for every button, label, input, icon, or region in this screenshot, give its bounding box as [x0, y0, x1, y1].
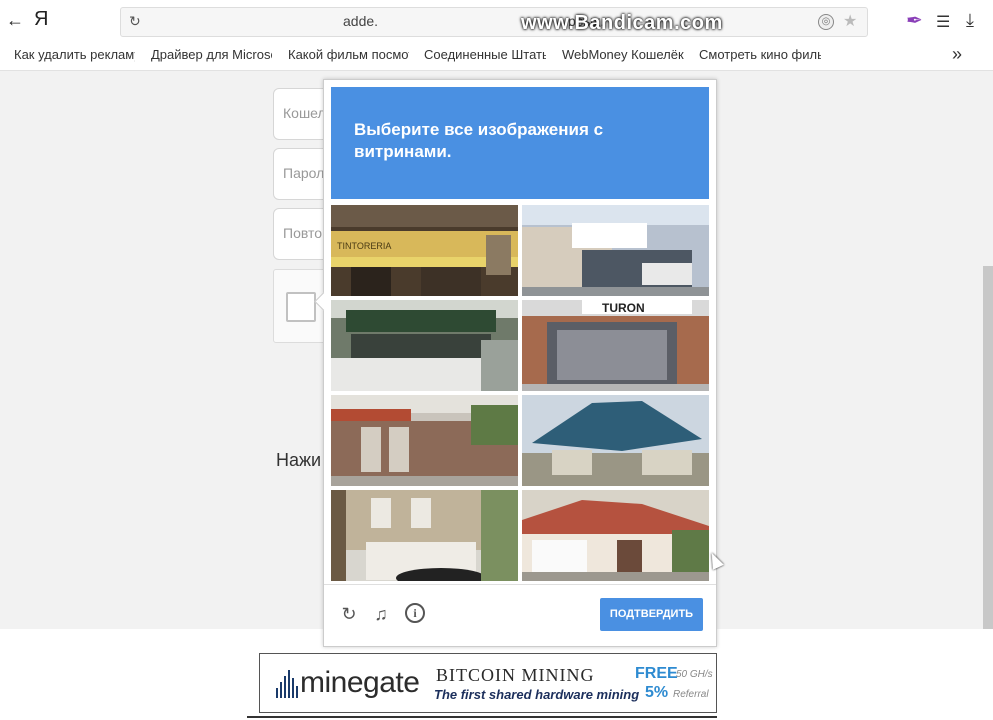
- menu-icon[interactable]: ☰: [936, 12, 950, 32]
- ad-free: FREE: [635, 665, 678, 682]
- ad-subtitle: The first shared hardware mining: [434, 687, 640, 702]
- site-security-icon[interactable]: ◎: [818, 14, 834, 30]
- bookmark-item[interactable]: Какой фильм посмот: [288, 47, 409, 62]
- bookmark-item[interactable]: Смотреть кино филь: [699, 47, 821, 62]
- scrollbar[interactable]: [983, 266, 993, 630]
- captcha-header: Выберите все изображения с витринами.: [331, 87, 709, 199]
- captcha-tile-house-with-garage[interactable]: [331, 490, 518, 581]
- captcha-challenge: Выберите все изображения с витринами. TI…: [314, 79, 717, 647]
- bookmark-item[interactable]: Драйвер для Microso: [151, 47, 272, 62]
- password-placeholder: Парол: [283, 165, 325, 181]
- repeat-placeholder: Повто: [283, 225, 323, 241]
- more-bookmarks-icon[interactable]: »: [952, 44, 962, 65]
- press-text: Нажи: [276, 450, 322, 470]
- captcha-tile-storefront-turon[interactable]: TURON: [522, 300, 709, 391]
- bookmark-item[interactable]: Соединенные Штаты: [424, 47, 546, 62]
- svg-text:TINTORERIA: TINTORERIA: [337, 241, 391, 251]
- reload-icon[interactable]: ↻: [338, 603, 360, 625]
- url-start: adde.: [343, 13, 379, 29]
- bookmark-item[interactable]: WebMoney Кошелёк: [562, 47, 684, 62]
- ad-free-unit: 50 GH/s: [676, 669, 713, 680]
- yandex-logo[interactable]: Я: [34, 8, 48, 31]
- captcha-tile-house-brick-wall[interactable]: [331, 395, 518, 486]
- svg-text:TURON: TURON: [602, 301, 645, 315]
- captcha-tile-shade-canopy[interactable]: [522, 395, 709, 486]
- ad-brand: minegate: [300, 666, 420, 699]
- headphones-icon[interactable]: ♫: [370, 603, 392, 625]
- wallet-placeholder: Кошел: [283, 105, 326, 121]
- ad-percent: 5%: [645, 684, 669, 701]
- download-icon[interactable]: ⤓: [966, 10, 974, 31]
- minegate-ad-banner[interactable]: minegate BITCOIN MINING The first shared…: [259, 653, 717, 713]
- ad-title: BITCOIN MINING: [436, 665, 595, 685]
- bookmark-star-icon[interactable]: ★: [843, 11, 857, 31]
- ad-referral: Referral: [673, 689, 709, 700]
- captcha-tile-storefront-tintoreria[interactable]: TINTORERIA: [331, 205, 518, 296]
- bookmarks-bar: Как удалить рекламу Драйвер для Microso …: [0, 42, 993, 71]
- address-bar[interactable]: ↻ adde. рвых. www.Bandicam.com: [120, 7, 868, 37]
- feather-extension-icon[interactable]: ✒: [906, 8, 923, 33]
- minegate-logo-icon: [276, 670, 298, 698]
- browser-toolbar: ← Я ↻ adde. рвых. www.Bandicam.com ◎ ★ ✒ …: [0, 0, 993, 43]
- captcha-tile-house-tile-roof[interactable]: [522, 490, 709, 581]
- captcha-tile-storefront-with-van[interactable]: [331, 300, 518, 391]
- info-icon[interactable]: i: [405, 603, 425, 623]
- verify-button[interactable]: ПОДТВЕРДИТЬ: [600, 598, 703, 631]
- captcha-instruction: Выберите все изображения с витринами.: [354, 120, 604, 161]
- divider: [247, 716, 717, 718]
- captcha-tile-building-with-sign[interactable]: [522, 205, 709, 296]
- recaptcha-checkbox[interactable]: [286, 292, 316, 322]
- captcha-footer-divider: [324, 584, 716, 585]
- reload-icon[interactable]: ↻: [129, 13, 141, 30]
- watermark: www.Bandicam.com: [521, 12, 723, 34]
- bookmark-item[interactable]: Как удалить рекламу: [14, 47, 135, 62]
- back-arrow-icon[interactable]: ←: [6, 10, 24, 31]
